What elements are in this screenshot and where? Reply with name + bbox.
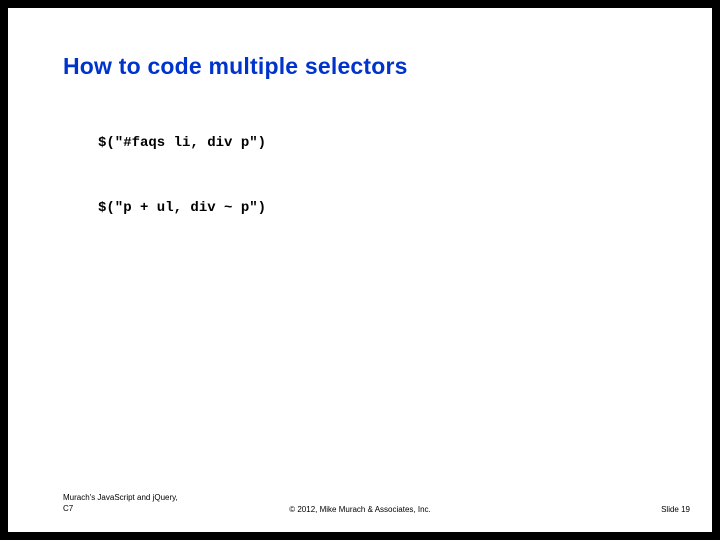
code-line-1: $("#faqs li, div p"): [98, 133, 266, 155]
footer-book-title: Murach's JavaScript and jQuery,: [63, 493, 178, 503]
footer-copyright: © 2012, Mike Murach & Associates, Inc.: [8, 505, 712, 514]
code-line-2: $("p + ul, div ~ p"): [98, 198, 266, 220]
footer-slide-number: Slide 19: [661, 505, 690, 514]
slide: How to code multiple selectors $("#faqs …: [8, 8, 712, 532]
code-block: $("#faqs li, div p") $("p + ul, div ~ p"…: [98, 90, 266, 264]
slide-heading: How to code multiple selectors: [63, 53, 408, 80]
